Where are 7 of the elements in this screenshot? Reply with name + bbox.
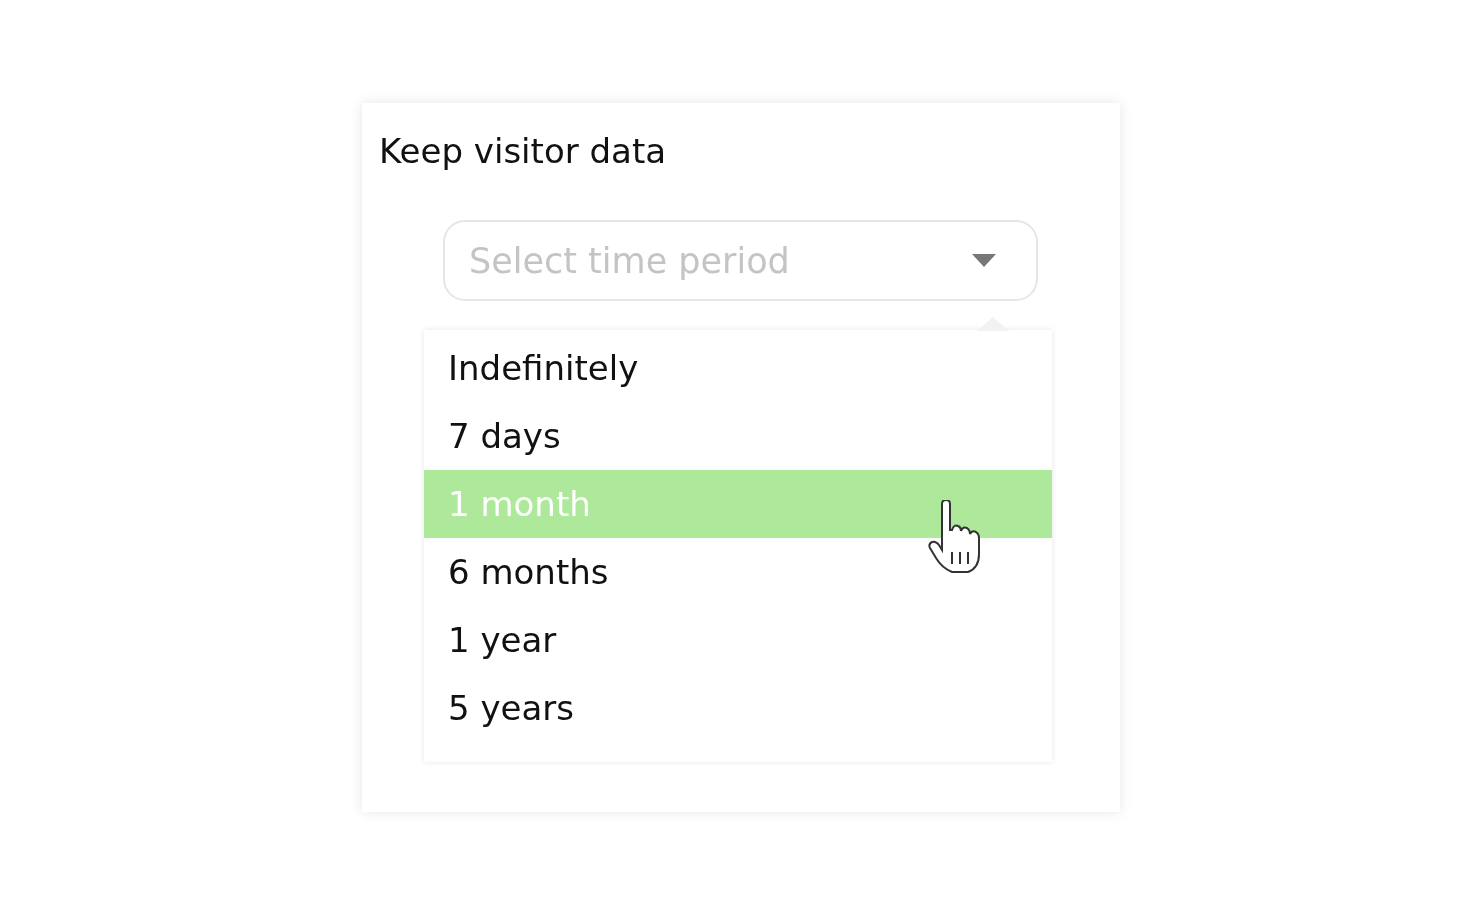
caret-icon	[972, 253, 996, 268]
dropdown-option[interactable]: 5 years	[424, 674, 1052, 742]
dropdown-option[interactable]: Indefinitely	[424, 334, 1052, 402]
dropdown-option[interactable]: 1 year	[424, 606, 1052, 674]
dropdown-option[interactable]: 6 months	[424, 538, 1052, 606]
card-title: Keep visitor data	[379, 130, 668, 173]
dropdown-option[interactable]: 7 days	[424, 402, 1052, 470]
